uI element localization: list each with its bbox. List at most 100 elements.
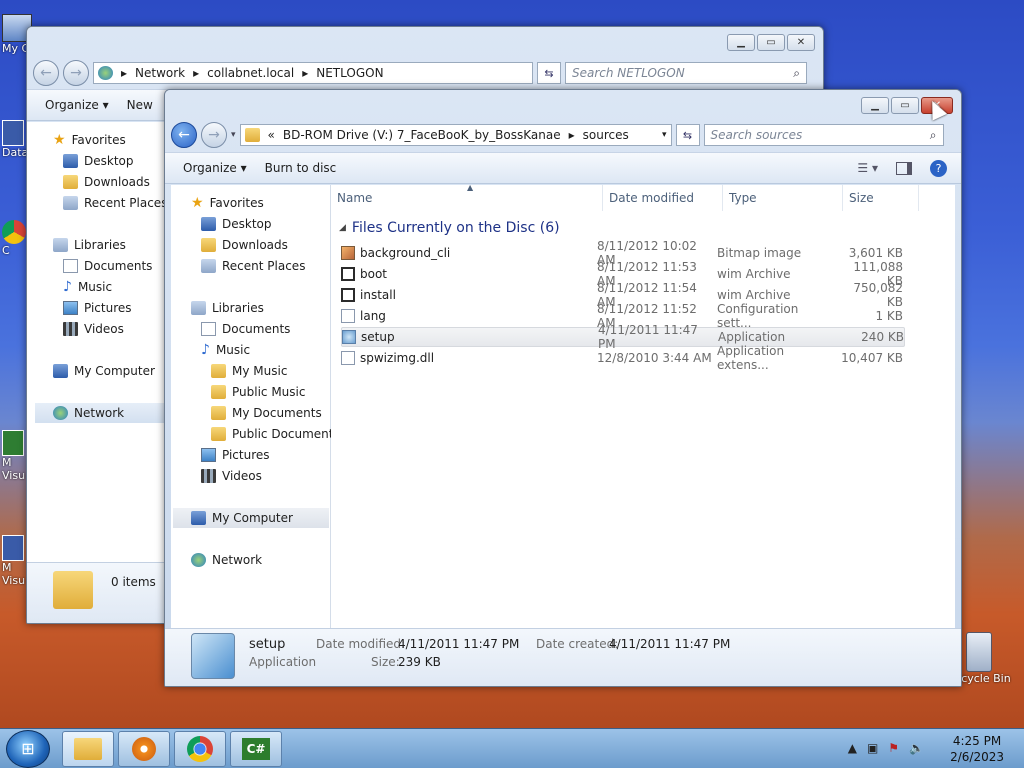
taskbar-media-player[interactable] bbox=[118, 730, 170, 767]
refresh-button[interactable]: ⇆ bbox=[537, 62, 561, 84]
action-center-flag-icon[interactable]: ⚑ bbox=[888, 741, 899, 755]
address-dropdown-icon[interactable]: ▾ bbox=[662, 130, 667, 140]
desktop-icon-m1[interactable]: M Visu bbox=[2, 430, 28, 482]
address-bar[interactable]: ▸ Network ▸ collabnet.local ▸ NETLOGON bbox=[93, 62, 533, 84]
file-row[interactable]: spwizimg.dll 12/8/2010 3:44 AM Application… bbox=[341, 344, 903, 372]
breadcrumb-item[interactable]: collabnet.local bbox=[207, 66, 294, 80]
nav-favorites[interactable]: ★ Favorites bbox=[191, 193, 264, 213]
taskbar-csharp[interactable]: C# bbox=[230, 730, 282, 767]
column-date-modified[interactable]: Date modified bbox=[603, 185, 723, 211]
command-bar: Organize ▾ Burn to disc ☰ ▾ ? bbox=[165, 152, 961, 184]
forward-button[interactable]: → bbox=[63, 60, 89, 86]
nav-label: Libraries bbox=[212, 301, 264, 315]
help-icon[interactable]: ? bbox=[930, 159, 947, 177]
file-date: 12/8/2010 3:44 AM bbox=[597, 351, 712, 365]
nav-label: Music bbox=[77, 280, 113, 294]
nav-documents[interactable]: Documents bbox=[63, 256, 152, 276]
nav-network[interactable]: Network bbox=[191, 550, 262, 570]
folder-icon bbox=[244, 128, 260, 142]
organize-button[interactable]: Organize ▾ bbox=[45, 98, 109, 112]
group-header[interactable]: ◢ Files Currently on the Disc (6) bbox=[339, 220, 560, 236]
breadcrumb-item[interactable]: sources bbox=[583, 128, 629, 142]
breadcrumb-item[interactable]: NETLOGON bbox=[316, 66, 383, 80]
nav-downloads[interactable]: Downloads bbox=[63, 172, 150, 192]
close-button[interactable]: ✕ bbox=[787, 34, 815, 51]
network-status-icon[interactable]: ▣ bbox=[867, 741, 878, 755]
setup-app-icon bbox=[191, 633, 235, 679]
recent-pages-dropdown-icon[interactable]: ▾ bbox=[231, 130, 236, 140]
nav-desktop[interactable]: Desktop bbox=[63, 151, 134, 171]
file-name: boot bbox=[360, 267, 388, 281]
desktop-icon-chrome[interactable]: C bbox=[2, 220, 28, 257]
volume-icon[interactable]: 🔈 bbox=[909, 741, 924, 755]
refresh-button[interactable]: ⇆ bbox=[675, 124, 700, 146]
detail-name: setup bbox=[249, 637, 286, 652]
taskbar-explorer[interactable] bbox=[62, 730, 114, 767]
show-hidden-icons-icon[interactable]: ▲ bbox=[848, 741, 857, 755]
taskbar-chrome[interactable] bbox=[174, 730, 226, 767]
breadcrumb-separator-icon: ▸ bbox=[568, 128, 575, 142]
column-name[interactable]: Name ▲ bbox=[331, 183, 603, 211]
nav-videos[interactable]: Videos bbox=[201, 466, 262, 486]
folder-icon bbox=[211, 364, 226, 378]
nav-favorites[interactable]: ★ Favorites bbox=[53, 130, 126, 150]
nav-label: Videos bbox=[222, 469, 262, 483]
desktop-icon-label: Visu bbox=[2, 469, 26, 482]
back-button[interactable]: ← bbox=[33, 60, 59, 86]
nav-my-documents[interactable]: My Documents bbox=[211, 403, 322, 423]
nav-recent-places[interactable]: Recent Places bbox=[201, 256, 305, 276]
clock[interactable]: 4:25 PM 2/6/2023 bbox=[950, 733, 1004, 765]
nav-my-computer[interactable]: My Computer bbox=[53, 361, 155, 381]
nav-label: Favorites bbox=[71, 133, 126, 147]
detail-date-created-label: Date created: bbox=[536, 637, 619, 651]
file-type: Application bbox=[718, 330, 786, 344]
nav-desktop[interactable]: Desktop bbox=[201, 214, 272, 234]
shortcut-icon bbox=[2, 535, 24, 561]
search-input[interactable]: Search sources ⌕ bbox=[703, 124, 944, 146]
detail-date-modified: 4/11/2011 11:47 PM bbox=[398, 637, 520, 651]
nav-my-music[interactable]: My Music bbox=[211, 361, 287, 381]
nav-network[interactable]: Network bbox=[35, 403, 165, 423]
navigation-bar: ← → ▾ « BD-ROM Drive (V:) 7_FaceBooK_by_… bbox=[171, 122, 955, 148]
start-button[interactable]: ⊞ bbox=[6, 729, 50, 768]
search-placeholder: Search NETLOGON bbox=[572, 66, 685, 80]
back-button[interactable]: ← bbox=[171, 122, 197, 148]
forward-button[interactable]: → bbox=[201, 122, 227, 148]
nav-pictures[interactable]: Pictures bbox=[201, 445, 270, 465]
nav-pictures[interactable]: Pictures bbox=[63, 298, 132, 318]
nav-music[interactable]: ♪ Music bbox=[201, 340, 250, 360]
organize-button[interactable]: Organize ▾ bbox=[183, 161, 247, 175]
column-size[interactable]: Size bbox=[843, 185, 919, 211]
nav-downloads[interactable]: Downloads bbox=[201, 235, 288, 255]
desktop-icon-data[interactable]: Data bbox=[2, 120, 28, 159]
nav-videos[interactable]: Videos bbox=[63, 319, 124, 339]
preview-pane-icon[interactable] bbox=[896, 161, 912, 175]
folder-icon bbox=[53, 571, 93, 609]
chrome-icon bbox=[2, 220, 26, 244]
breadcrumb-item[interactable]: BD-ROM Drive (V:) 7_FaceBooK_by_BossKana… bbox=[283, 128, 561, 142]
minimize-button[interactable]: ▁ bbox=[727, 34, 755, 51]
nav-public-music[interactable]: Public Music bbox=[211, 382, 305, 402]
breadcrumb-overflow[interactable]: « bbox=[268, 128, 275, 142]
search-input[interactable]: Search NETLOGON ⌕ bbox=[565, 62, 807, 84]
nav-public-documents[interactable]: Public Documents bbox=[211, 424, 340, 444]
nav-libraries[interactable]: Libraries bbox=[191, 298, 264, 318]
minimize-button[interactable]: ▁ bbox=[861, 97, 889, 114]
new-folder-button[interactable]: New bbox=[127, 98, 153, 112]
desktop-icon-m2[interactable]: M Visu bbox=[2, 535, 28, 587]
maximize-button[interactable]: ▭ bbox=[891, 97, 919, 114]
nav-libraries[interactable]: Libraries bbox=[53, 235, 126, 255]
view-options-icon[interactable]: ☰ ▾ bbox=[857, 161, 878, 175]
address-bar[interactable]: « BD-ROM Drive (V:) 7_FaceBooK_by_BossKa… bbox=[239, 124, 672, 146]
explorer-window-sources[interactable]: ▁ ▭ ✕ ← → ▾ « BD-ROM Drive (V:) 7_FaceBo… bbox=[164, 89, 962, 687]
nav-recent-places[interactable]: Recent Places bbox=[63, 193, 167, 213]
star-icon: ★ bbox=[191, 195, 204, 211]
column-type[interactable]: Type bbox=[723, 185, 843, 211]
nav-label: Network bbox=[212, 553, 263, 567]
nav-documents[interactable]: Documents bbox=[201, 319, 290, 339]
nav-my-computer[interactable]: My Computer bbox=[173, 508, 329, 528]
burn-to-disc-button[interactable]: Burn to disc bbox=[265, 161, 337, 175]
nav-music[interactable]: ♪ Music bbox=[63, 277, 112, 297]
maximize-button[interactable]: ▭ bbox=[757, 34, 785, 51]
breadcrumb-item[interactable]: Network bbox=[135, 66, 185, 80]
